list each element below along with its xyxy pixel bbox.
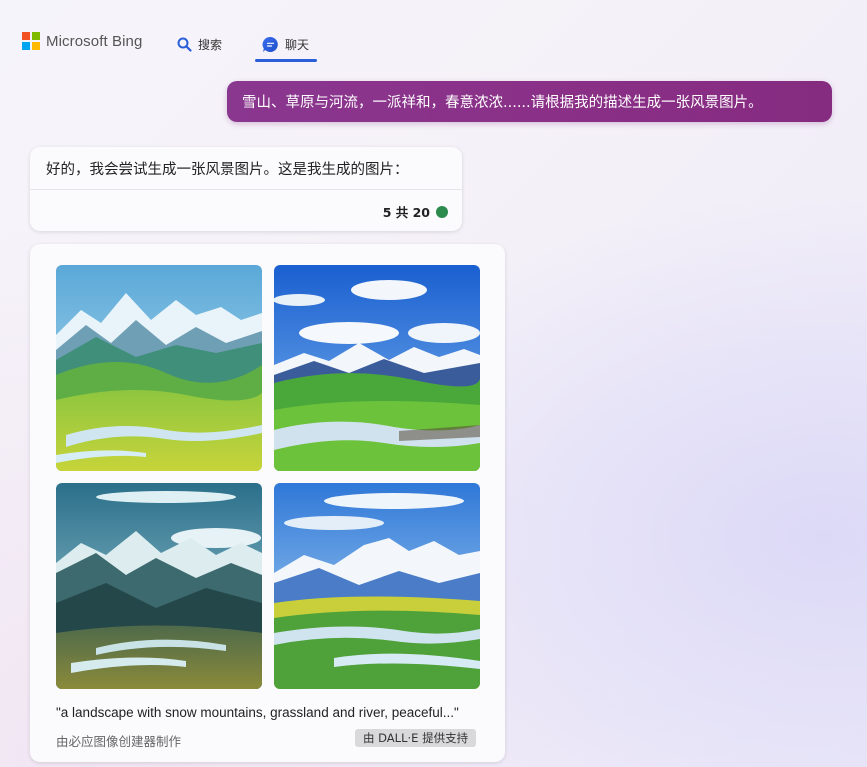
tab-search-label: 搜索 [198,37,223,52]
tab-chat[interactable]: 聊天 [262,30,309,58]
tab-search[interactable]: 搜索 [177,30,222,58]
brand[interactable]: Microsoft Bing [22,32,142,50]
image-result-card: "a landscape with snow mountains, grassl… [30,244,505,762]
bot-message-divider [30,189,462,190]
turn-counter-text: 5 共 20 [382,205,430,220]
generated-image-4[interactable] [274,483,480,689]
turn-status-dot-icon [436,205,448,218]
generated-image-2[interactable] [274,265,480,471]
search-icon [177,37,192,52]
tab-chat-label: 聊天 [285,37,310,52]
user-message-text: 雪山、草原与河流，一派祥和，春意浓浓......请根据我的描述生成一张风景图片。 [242,95,763,111]
generated-image-1[interactable] [56,265,262,471]
turn-counter: 5 共 20 [383,202,448,221]
bot-message: 好的，我会尝试生成一张风景图片。这是我生成的图片： 5 共 20 [30,147,462,231]
image-creator-label[interactable]: 由必应图像创建器制作 [56,731,181,750]
chat-icon [262,36,279,53]
bot-message-text: 好的，我会尝试生成一张风景图片。这是我生成的图片： [46,162,409,178]
header: Microsoft Bing 搜索 聊天 [0,0,867,70]
dalle-provider-badge: 由 DALL·E 提供支持 [355,729,477,747]
user-message: 雪山、草原与河流，一派祥和，春意浓浓......请根据我的描述生成一张风景图片。 [227,81,832,122]
image-prompt[interactable]: "a landscape with snow mountains, grassl… [56,705,459,720]
generated-image-3[interactable] [56,483,262,689]
brand-name: Microsoft Bing [46,32,143,50]
active-tab-indicator [255,59,317,62]
microsoft-logo-icon [22,32,40,50]
